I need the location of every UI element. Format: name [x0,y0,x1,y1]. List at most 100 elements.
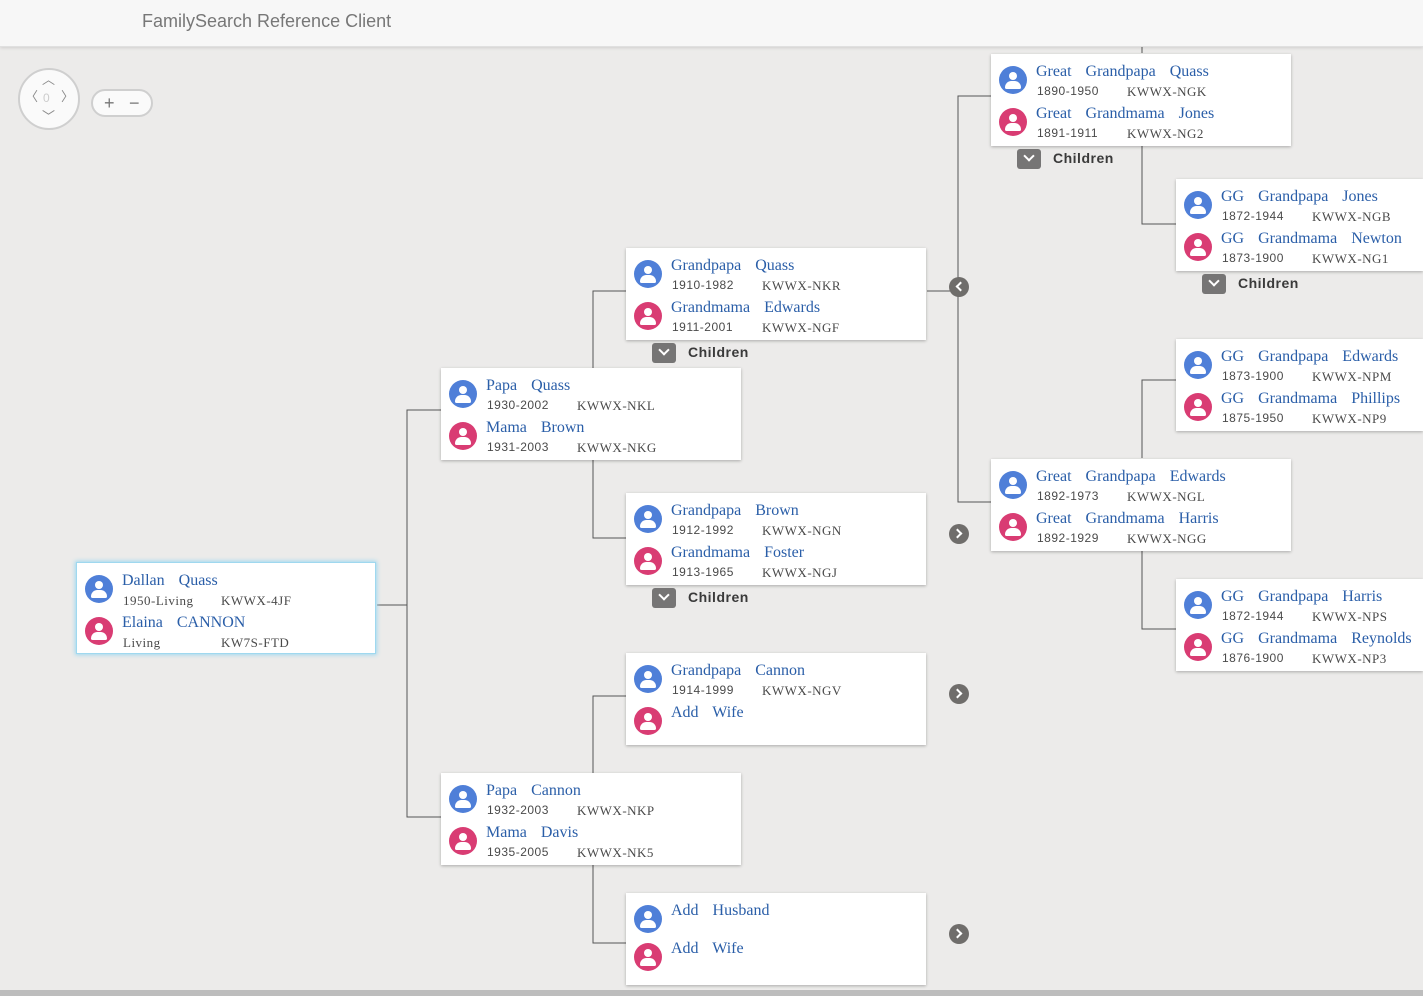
add-husband-link[interactable]: Add Husband [671,902,769,920]
wife-row[interactable]: Elaina CANNON Living KW7S-FTD [77,609,375,651]
couple-card-gg-harris[interactable]: GG Grandpapa Harris 1872-1944 KWWX-NPS G… [1176,579,1423,671]
husband-row[interactable]: Grandpapa Quass 1910-1982 KWWX-NKR [626,252,926,294]
husband-row[interactable]: Great Grandpapa Edwards 1892-1973 KWWX-N… [991,463,1291,505]
male-avatar-icon [1184,351,1212,379]
couple-card-grandpapa-cannon[interactable]: Grandpapa Cannon 1914-1999 KWWX-NGV Add … [626,653,926,745]
chevron-down-icon[interactable] [652,343,676,363]
person-name[interactable]: Great Grandpapa Quass [1036,63,1209,81]
wife-row[interactable]: GG Grandmama Reynolds 1876-1900 KWWX-NP3 [1176,625,1423,667]
couple-card-gg-edwards[interactable]: GG Grandpapa Edwards 1873-1900 KWWX-NPM … [1176,339,1423,431]
pan-down-icon[interactable]: ﹀ [42,110,55,123]
female-avatar-icon [634,547,662,575]
person-name[interactable]: Papa Quass [486,377,570,395]
wife-row[interactable]: GG Grandmama Newton 1873-1900 KWWX-NG1 [1176,225,1423,267]
wife-row[interactable]: Grandmama Edwards 1911-2001 KWWX-NGF [626,294,926,336]
husband-row[interactable]: Papa Quass 1930-2002 KWWX-NKL [441,372,741,414]
person-name[interactable]: Grandmama Foster [671,544,804,562]
husband-row[interactable]: Grandpapa Cannon 1914-1999 KWWX-NGV [626,657,926,699]
husband-row[interactable]: Great Grandpapa Quass 1890-1950 KWWX-NGK [991,58,1291,100]
pan-right-icon[interactable]: 〉 [61,90,74,103]
chevron-down-icon[interactable] [1202,274,1226,294]
couple-card-papa-cannon[interactable]: Papa Cannon 1932-2003 KWWX-NKP Mama Davi… [441,773,741,865]
wife-row[interactable]: Mama Davis 1935-2005 KWWX-NK5 [441,819,741,861]
pan-up-icon[interactable]: ︿ [42,73,55,86]
children-label[interactable]: Children [1238,275,1299,291]
couple-card-papa-quass[interactable]: Papa Quass 1930-2002 KWWX-NKL Mama Brown… [441,368,741,460]
wife-row[interactable]: GG Grandmama Phillips 1875-1950 KWWX-NP9 [1176,385,1423,427]
children-label[interactable]: Children [688,589,749,605]
couple-card-grandpapa-quass[interactable]: Grandpapa Quass 1910-1982 KWWX-NKR Grand… [626,248,926,340]
person-name[interactable]: Elaina CANNON [122,614,245,632]
person-name[interactable]: Great Grandmama Harris [1036,510,1219,528]
person-id: KWWX-NKG [577,440,657,455]
male-avatar-icon [634,905,662,933]
expand-ancestors-button[interactable] [949,524,969,544]
pan-control[interactable]: ︿ 〈 〉 ﹀ 0 [18,68,80,130]
horizontal-scrollbar[interactable] [0,990,1423,996]
chevron-right-icon [952,928,963,939]
add-wife-link[interactable]: Add Wife [671,704,744,722]
children-label[interactable]: Children [688,344,749,360]
chevron-down-icon[interactable] [1017,149,1041,169]
person-lifespan: 1931-2003 [487,440,549,454]
person-id: KWWX-NKP [577,803,655,818]
pan-left-icon[interactable]: 〈 [25,90,38,103]
female-avatar-icon [449,827,477,855]
couple-card-root[interactable]: Dallan Quass 1950-Living KWWX-4JF Elaina… [76,562,376,654]
person-lifespan: 1890-1950 [1037,84,1099,98]
zoom-out-button[interactable]: − [129,92,140,114]
wife-row[interactable]: Add Wife [626,699,926,741]
person-name[interactable]: Grandpapa Cannon [671,662,805,680]
chevron-left-icon [955,281,966,292]
person-name[interactable]: GG Grandpapa Jones [1221,188,1378,206]
person-name[interactable]: GG Grandmama Newton [1221,230,1402,248]
children-label[interactable]: Children [1053,150,1114,166]
wife-row[interactable]: Great Grandmama Harris 1892-1929 KWWX-NG… [991,505,1291,547]
husband-row[interactable]: GG Grandpapa Edwards 1873-1900 KWWX-NPM [1176,343,1423,385]
chevron-down-icon[interactable] [652,588,676,608]
wife-row[interactable]: Mama Brown 1931-2003 KWWX-NKG [441,414,741,456]
person-name[interactable]: GG Grandmama Reynolds [1221,630,1412,648]
person-lifespan: 1873-1900 [1222,251,1284,265]
person-name[interactable]: GG Grandpapa Edwards [1221,348,1398,366]
husband-row[interactable]: Grandpapa Brown 1912-1992 KWWX-NGN [626,497,926,539]
person-name[interactable]: Dallan Quass [122,572,218,590]
wife-row[interactable]: Grandmama Foster 1913-1965 KWWX-NGJ [626,539,926,581]
person-name[interactable]: GG Grandmama Phillips [1221,390,1400,408]
person-name[interactable]: Great Grandpapa Edwards [1036,468,1226,486]
husband-row[interactable]: GG Grandpapa Harris 1872-1944 KWWX-NPS [1176,583,1423,625]
wife-row[interactable]: Great Grandmama Jones 1891-1911 KWWX-NG2 [991,100,1291,142]
person-id: KWWX-NG1 [1312,251,1389,266]
expand-ancestors-button[interactable] [949,684,969,704]
couple-card-unknown[interactable]: Add Husband Add Wife [626,893,926,985]
collapse-ancestors-button[interactable] [949,277,969,297]
couple-card-grandpapa-brown[interactable]: Grandpapa Brown 1912-1992 KWWX-NGN Grand… [626,493,926,585]
person-name[interactable]: Grandpapa Quass [671,257,794,275]
person-name[interactable]: Grandpapa Brown [671,502,799,520]
person-id: KWWX-NPM [1312,369,1392,384]
couple-card-gg-jones[interactable]: GG Grandpapa Jones 1872-1944 KWWX-NGB GG… [1176,179,1423,271]
male-avatar-icon [1184,591,1212,619]
couple-card-great-quass[interactable]: Great Grandpapa Quass 1890-1950 KWWX-NGK… [991,54,1291,146]
husband-row[interactable]: GG Grandpapa Jones 1872-1944 KWWX-NGB [1176,183,1423,225]
husband-row[interactable]: Add Husband [626,897,926,939]
person-name[interactable]: Papa Cannon [486,782,581,800]
zoom-in-button[interactable]: + [104,92,115,114]
person-id: KWWX-NGL [1127,489,1206,504]
person-name[interactable]: Great Grandmama Jones [1036,105,1214,123]
pan-center-label[interactable]: 0 [43,91,50,105]
husband-row[interactable]: Papa Cannon 1932-2003 KWWX-NKP [441,777,741,819]
zoom-control[interactable]: + − [91,89,153,117]
person-name[interactable]: Mama Davis [486,824,578,842]
expand-ancestors-button[interactable] [949,924,969,944]
couple-card-great-edwards[interactable]: Great Grandpapa Edwards 1892-1973 KWWX-N… [991,459,1291,551]
female-avatar-icon [85,617,113,645]
person-name[interactable]: GG Grandpapa Harris [1221,588,1382,606]
male-avatar-icon [999,66,1027,94]
person-name[interactable]: Mama Brown [486,419,584,437]
add-wife-link[interactable]: Add Wife [671,940,744,958]
wife-row[interactable]: Add Wife [626,935,926,977]
husband-row[interactable]: Dallan Quass 1950-Living KWWX-4JF [77,567,375,609]
female-avatar-icon [634,302,662,330]
person-name[interactable]: Grandmama Edwards [671,299,820,317]
